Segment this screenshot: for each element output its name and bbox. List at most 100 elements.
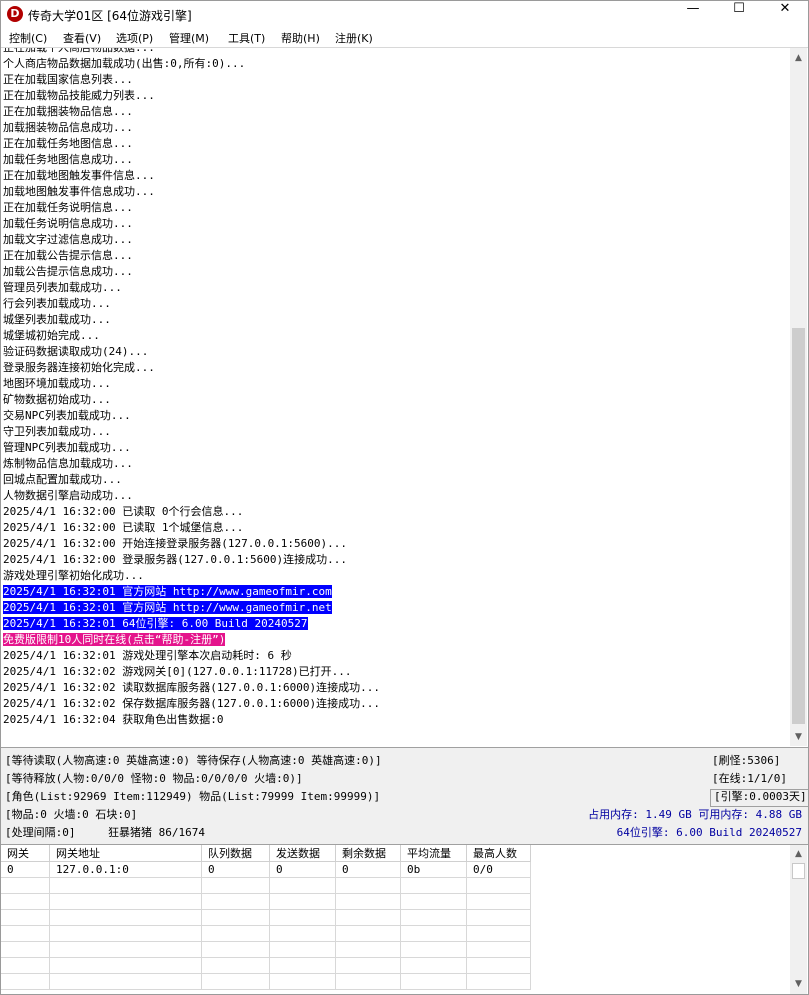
- column-header-send-data[interactable]: 发送数据: [270, 845, 336, 862]
- menu-view[interactable]: 查看(V): [63, 30, 101, 46]
- menu-tools[interactable]: 工具(T): [228, 30, 265, 46]
- scroll-down-icon[interactable]: ▼: [790, 729, 807, 746]
- menu-options[interactable]: 选项(P): [116, 30, 153, 46]
- table-cell[interactable]: [50, 878, 202, 894]
- table-cell[interactable]: [50, 910, 202, 926]
- table-cell[interactable]: [336, 910, 401, 926]
- table-cell[interactable]: [50, 926, 202, 942]
- table-cell[interactable]: [1, 974, 50, 990]
- table-cell[interactable]: [202, 942, 270, 958]
- table-cell[interactable]: [202, 910, 270, 926]
- log-line: 回城点配置加载成功...: [3, 472, 122, 488]
- column-header-queue-data[interactable]: 队列数据: [202, 845, 270, 862]
- table-cell[interactable]: [202, 958, 270, 974]
- table-cell[interactable]: [467, 974, 531, 990]
- table-cell[interactable]: [401, 894, 467, 910]
- table-cell[interactable]: [467, 878, 531, 894]
- status-refresh: [刷怪:5306]: [712, 754, 781, 767]
- table-cell[interactable]: [50, 974, 202, 990]
- title-bar[interactable]: D 传奇大学01区 [64位游戏引擎] — ☐ ✕: [1, 1, 808, 28]
- table-cell[interactable]: [202, 878, 270, 894]
- table-cell[interactable]: [336, 974, 401, 990]
- log-line: 2025/4/1 16:32:01 官方网站 http://www.gameof…: [3, 600, 332, 616]
- menu-manage[interactable]: 管理(M): [169, 30, 209, 46]
- status-wait-read: [等待读取(人物高速:0 英雄高速:0) 等待保存(人物高速:0 英雄高速:0)…: [5, 754, 382, 767]
- table-cell[interactable]: [50, 894, 202, 910]
- table-cell[interactable]: 0b: [401, 862, 467, 878]
- table-cell[interactable]: [467, 894, 531, 910]
- table-cell[interactable]: [467, 958, 531, 974]
- log-line: 免费版限制10人同时在线(点击“帮助-注册”): [3, 632, 226, 648]
- table-cell[interactable]: [336, 894, 401, 910]
- log-text: 正在加载任务说明信息...: [3, 201, 133, 214]
- table-cell[interactable]: 127.0.0.1:0: [50, 862, 202, 878]
- table-cell[interactable]: [270, 878, 336, 894]
- menu-control[interactable]: 控制(C): [9, 30, 47, 46]
- log-text: 2025/4/1 16:32:01 游戏处理引擎本次启动耗时: 6 秒: [3, 649, 292, 662]
- maximize-button[interactable]: ☐: [716, 1, 762, 28]
- scroll-up-icon[interactable]: ▲: [790, 846, 807, 863]
- table-cell[interactable]: [336, 926, 401, 942]
- table-cell[interactable]: [467, 926, 531, 942]
- table-cell[interactable]: [270, 958, 336, 974]
- table-cell[interactable]: [202, 926, 270, 942]
- table-cell[interactable]: 0: [202, 862, 270, 878]
- table-cell[interactable]: [50, 942, 202, 958]
- table-cell[interactable]: [401, 926, 467, 942]
- table-cell[interactable]: [336, 942, 401, 958]
- log-panel[interactable]: 正在加载个人商店物品数据... 个人商店物品数据加载成功(出售:0,所有:0)..…: [1, 48, 790, 746]
- log-text: 守卫列表加载成功...: [3, 425, 111, 438]
- table-cell[interactable]: [401, 878, 467, 894]
- table-cell[interactable]: [401, 910, 467, 926]
- log-scroll-thumb[interactable]: [792, 328, 805, 724]
- menu-register[interactable]: 注册(K): [335, 30, 373, 46]
- table-cell[interactable]: 0: [270, 862, 336, 878]
- column-header-remaining-data[interactable]: 剩余数据: [336, 845, 401, 862]
- gateway-table[interactable]: 网关 网关地址 队列数据 发送数据 剩余数据 平均流量 最高人数 0 127.0.0.1:0 0 0…: [1, 845, 790, 994]
- column-header-avg-traffic[interactable]: 平均流量: [401, 845, 467, 862]
- scroll-down-icon[interactable]: ▼: [790, 976, 807, 993]
- table-cell[interactable]: [1, 942, 50, 958]
- table-cell[interactable]: [1, 878, 50, 894]
- table-cell[interactable]: 0: [336, 862, 401, 878]
- log-scrollbar[interactable]: ▲ ▼: [790, 48, 807, 746]
- table-cell[interactable]: [336, 878, 401, 894]
- table-cell[interactable]: [202, 894, 270, 910]
- table-cell[interactable]: [401, 974, 467, 990]
- table-cell[interactable]: [270, 942, 336, 958]
- status-mob: 狂暴猪猪 86/1674: [108, 826, 205, 839]
- table-cell[interactable]: [50, 958, 202, 974]
- gateway-scroll-thumb[interactable]: [792, 863, 805, 879]
- table-cell[interactable]: 0: [1, 862, 50, 878]
- column-header-gateway-address[interactable]: 网关地址: [50, 845, 202, 862]
- status-role: [角色(List:92969 Item:112949) 物品(List:7999…: [5, 790, 381, 803]
- table-cell[interactable]: [336, 958, 401, 974]
- close-button[interactable]: ✕: [762, 1, 808, 28]
- table-cell[interactable]: [270, 926, 336, 942]
- log-line: 正在加载国家信息列表...: [3, 72, 133, 88]
- scroll-up-icon[interactable]: ▲: [790, 50, 807, 67]
- log-text: 验证码数据读取成功(24)...: [3, 345, 149, 358]
- table-cell[interactable]: [270, 974, 336, 990]
- table-cell[interactable]: [270, 894, 336, 910]
- table-cell[interactable]: [401, 942, 467, 958]
- table-cell[interactable]: 0/0: [467, 862, 531, 878]
- status-panel: [等待读取(人物高速:0 英雄高速:0) 等待保存(人物高速:0 英雄高速:0)…: [1, 747, 808, 845]
- menu-help[interactable]: 帮助(H): [281, 30, 320, 46]
- table-cell[interactable]: [1, 910, 50, 926]
- table-cell[interactable]: [202, 974, 270, 990]
- table-cell[interactable]: [1, 894, 50, 910]
- log-text: 交易NPC列表加载成功...: [3, 409, 131, 422]
- table-cell[interactable]: [1, 926, 50, 942]
- table-cell[interactable]: [270, 910, 336, 926]
- table-cell[interactable]: [467, 942, 531, 958]
- table-cell[interactable]: [401, 958, 467, 974]
- column-header-max-users[interactable]: 最高人数: [467, 845, 531, 862]
- status-wait-release: [等待释放(人物:0/0/0 怪物:0 物品:0/0/0/0 火墙:0)]: [5, 772, 303, 785]
- column-header-gateway[interactable]: 网关: [1, 845, 50, 862]
- table-cell[interactable]: [467, 910, 531, 926]
- log-text: 正在加载物品技能威力列表...: [3, 89, 155, 102]
- gateway-scrollbar[interactable]: ▲ ▼: [790, 845, 807, 994]
- minimize-button[interactable]: —: [670, 1, 716, 28]
- table-cell[interactable]: [1, 958, 50, 974]
